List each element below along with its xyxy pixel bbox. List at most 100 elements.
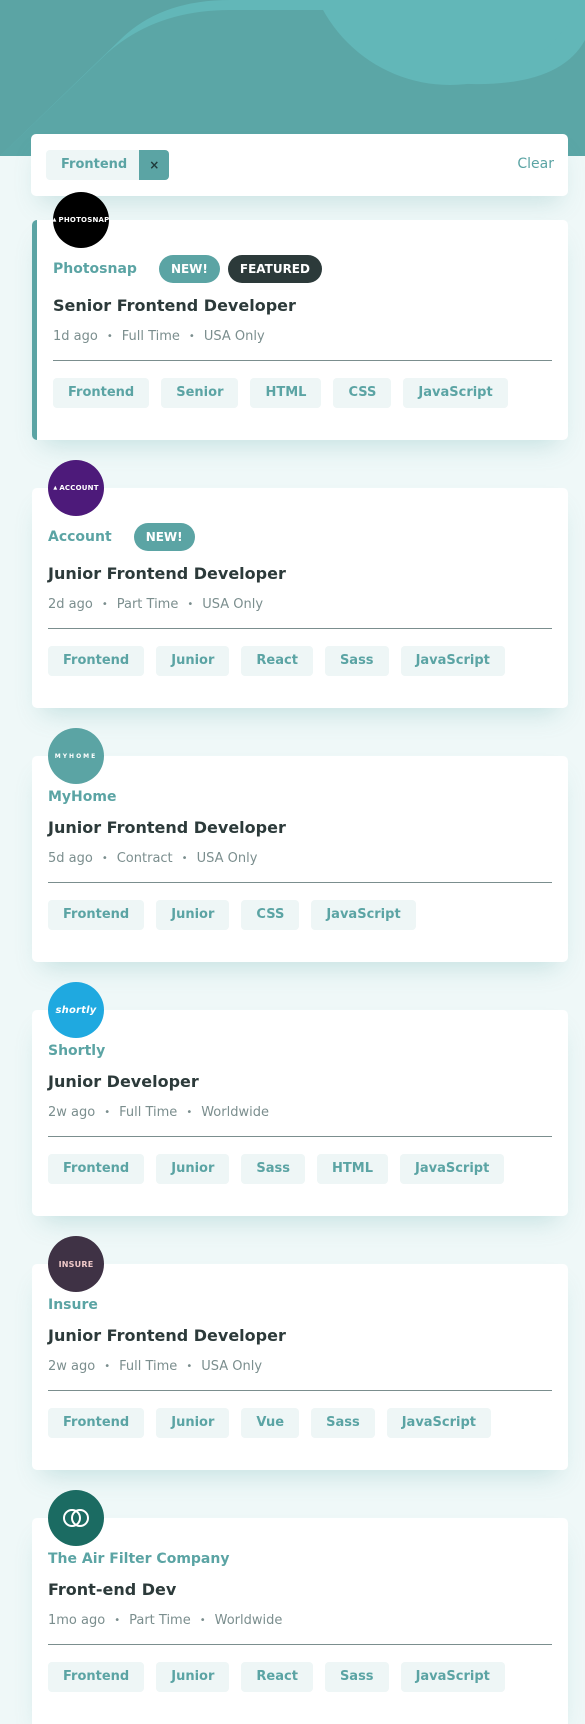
posted-at: 2w ago <box>48 1359 96 1374</box>
tag-button[interactable]: React <box>241 1662 313 1692</box>
separator-dot: • <box>187 599 194 610</box>
company-logo-shortly: shortly <box>48 982 104 1038</box>
card-divider <box>48 1390 552 1391</box>
company-name[interactable]: Photosnap <box>53 261 137 277</box>
logo-text: INSURE <box>58 1259 94 1269</box>
header-background <box>0 0 585 156</box>
logo-text: ACCOUNT <box>59 484 99 492</box>
tag-button[interactable]: Junior <box>156 1154 230 1184</box>
tag-button[interactable]: JavaScript <box>386 1408 492 1438</box>
job-title[interactable]: Junior Frontend Developer <box>48 818 286 837</box>
remove-filter-button[interactable]: × <box>139 150 170 180</box>
posted-at: 5d ago <box>48 851 93 866</box>
posted-at: 1mo ago <box>48 1613 106 1628</box>
job-meta: 2d ago • Part Time • USA Only <box>48 597 263 612</box>
tag-button[interactable]: Frontend <box>48 1154 145 1184</box>
tag-button[interactable]: Vue <box>241 1408 300 1438</box>
tag-button[interactable]: Frontend <box>48 900 145 930</box>
tag-button[interactable]: CSS <box>241 900 300 930</box>
job-card-myhome[interactable]: MYHOME MyHome Junior Frontend Developer … <box>32 728 568 962</box>
filter-chip-label: Frontend <box>46 150 140 180</box>
tag-button[interactable]: Sass <box>241 1154 306 1184</box>
posted-at: 2d ago <box>48 597 93 612</box>
contract-type: Full Time <box>119 1105 178 1120</box>
company-name[interactable]: MyHome <box>48 789 116 805</box>
tag-list: Frontend Junior Sass HTML JavaScript <box>48 1154 516 1184</box>
job-title[interactable]: Junior Developer <box>48 1072 199 1091</box>
company-row: Account NEW! <box>48 522 203 552</box>
new-badge: NEW! <box>158 255 220 283</box>
company-name[interactable]: Insure <box>48 1297 98 1313</box>
tag-button[interactable]: Junior <box>156 900 230 930</box>
tag-button[interactable]: JavaScript <box>400 646 505 676</box>
tag-button[interactable]: Junior <box>156 1662 230 1692</box>
job-title[interactable]: Front-end Dev <box>48 1580 176 1599</box>
tag-button[interactable]: HTML <box>250 378 322 408</box>
contract-type: Full Time <box>119 1359 178 1374</box>
filter-bar: Frontend × Clear <box>31 134 568 196</box>
separator-dot: • <box>186 1107 193 1118</box>
tag-button[interactable]: Junior <box>156 1408 230 1438</box>
tag-button[interactable]: CSS <box>333 378 392 408</box>
tag-button[interactable]: Sass <box>324 1662 389 1692</box>
tag-button[interactable]: React <box>241 646 313 676</box>
company-name[interactable]: The Air Filter Company <box>48 1551 229 1567</box>
job-card-photosnap[interactable]: ▲ PHOTOSNAP Photosnap NEW! FEATURED Seni… <box>32 192 568 440</box>
contract-type: Full Time <box>121 329 180 344</box>
separator-dot: • <box>188 331 195 342</box>
job-card-insure[interactable]: INSURE Insure Junior Frontend Developer … <box>32 1236 568 1470</box>
card-divider <box>48 1644 552 1645</box>
tag-button[interactable]: JavaScript <box>400 1154 505 1184</box>
company-logo-account: ▲ ACCOUNT <box>48 460 104 516</box>
job-title[interactable]: Junior Frontend Developer <box>48 1326 286 1345</box>
location: USA Only <box>202 597 264 612</box>
separator-dot: • <box>114 1615 121 1626</box>
tag-list: Frontend Junior React Sass JavaScript <box>48 646 517 676</box>
tag-button[interactable]: JavaScript <box>400 1662 505 1692</box>
company-logo-myhome: MYHOME <box>48 728 104 784</box>
job-card-shortly[interactable]: shortly Shortly Junior Developer 2w ago … <box>32 982 568 1216</box>
tag-button[interactable]: Senior <box>161 378 239 408</box>
posted-at: 2w ago <box>48 1105 96 1120</box>
card-divider <box>48 1136 552 1137</box>
company-name[interactable]: Account <box>48 529 112 545</box>
tag-button[interactable]: Sass <box>311 1408 375 1438</box>
job-title[interactable]: Junior Frontend Developer <box>48 564 286 583</box>
contract-type: Contract <box>116 851 173 866</box>
tag-list: Frontend Junior CSS JavaScript <box>48 900 428 930</box>
tag-button[interactable]: JavaScript <box>403 378 508 408</box>
separator-dot: • <box>106 331 113 342</box>
tag-button[interactable]: Frontend <box>48 1408 145 1438</box>
location: USA Only <box>203 329 265 344</box>
company-logo-photosnap: ▲ PHOTOSNAP <box>53 192 109 248</box>
company-row: The Air Filter Company <box>48 1544 251 1574</box>
contract-type: Part Time <box>116 597 179 612</box>
company-logo-insure: INSURE <box>48 1236 104 1292</box>
rings-icon <box>63 1509 89 1527</box>
card-divider <box>48 628 552 629</box>
tag-button[interactable]: Junior <box>156 646 230 676</box>
separator-dot: • <box>101 599 108 610</box>
tag-button[interactable]: HTML <box>317 1154 388 1184</box>
logo-text: shortly <box>55 1004 97 1016</box>
company-name[interactable]: Shortly <box>48 1043 105 1059</box>
logo-text: MYHOME <box>54 752 98 760</box>
featured-badge: FEATURED <box>227 255 322 283</box>
company-row: Photosnap NEW! FEATURED <box>53 254 330 284</box>
company-logo-air-filter <box>48 1490 104 1546</box>
tag-button[interactable]: Frontend <box>53 378 150 408</box>
job-title[interactable]: Senior Frontend Developer <box>53 296 296 315</box>
tag-button[interactable]: JavaScript <box>311 900 416 930</box>
location: Worldwide <box>201 1105 269 1120</box>
header-pattern <box>0 0 585 156</box>
job-card-account[interactable]: ▲ ACCOUNT Account NEW! Junior Frontend D… <box>32 460 568 708</box>
separator-dot: • <box>104 1107 111 1118</box>
job-meta: 1d ago • Full Time • USA Only <box>53 329 265 344</box>
clear-filters-link[interactable]: Clear <box>517 156 554 172</box>
location: Worldwide <box>214 1613 283 1628</box>
job-meta: 2w ago • Full Time • USA Only <box>48 1359 262 1374</box>
tag-button[interactable]: Sass <box>324 646 389 676</box>
tag-button[interactable]: Frontend <box>48 1662 145 1692</box>
job-card-air-filter-company[interactable]: The Air Filter Company Front-end Dev 1mo… <box>32 1490 568 1724</box>
tag-button[interactable]: Frontend <box>48 646 145 676</box>
